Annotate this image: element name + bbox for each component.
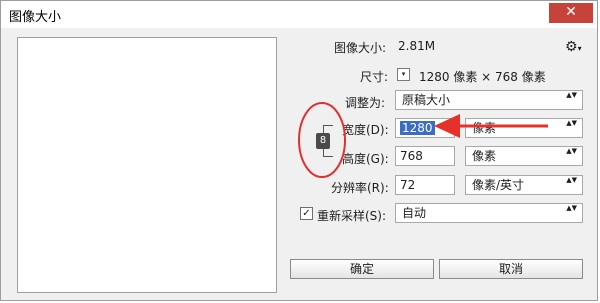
resample-checkbox[interactable]: ✓ [300, 207, 313, 220]
width-label: 宽度(D): [342, 123, 389, 137]
height-value: 768 [400, 149, 423, 163]
chain-link-icon: 8 [319, 135, 327, 146]
image-size-dialog: 图像大小 ✕ 图像大小: 2.81M ⚙▾ 尺寸: ▾ 1280 像素 × 76… [0, 0, 598, 301]
resolution-unit-select[interactable]: 像素/英寸 ▲▼ [465, 175, 583, 195]
dimensions-value: 1280 像素 × 768 像素 [419, 70, 546, 84]
resample-label: 重新采样(S): [317, 209, 387, 223]
resample-method-value: 自动 [402, 206, 427, 220]
fit-to-value: 原稿大小 [402, 93, 451, 107]
settings-gear-button[interactable]: ⚙▾ [565, 39, 582, 55]
height-unit-value: 像素 [472, 149, 497, 163]
title-bar[interactable]: 图像大小 ✕ [1, 1, 597, 28]
width-value: 1280 [400, 121, 435, 135]
chevron-down-icon: ▾ [577, 44, 582, 53]
select-arrows-icon: ▲▼ [566, 176, 577, 184]
width-unit-value: 像素 [472, 121, 497, 135]
select-arrows-icon: ▲▼ [566, 119, 577, 127]
dialog-title: 图像大小 [9, 10, 62, 25]
gear-icon: ⚙ [565, 39, 578, 55]
ok-button[interactable]: 确定 [290, 259, 434, 279]
close-button[interactable]: ✕ [549, 3, 593, 23]
dimensions-label: 尺寸: [360, 70, 389, 84]
dimensions-unit-dropdown[interactable]: ▾ [397, 68, 410, 81]
height-label: 高度(G): [342, 152, 389, 166]
cancel-button[interactable]: 取消 [439, 259, 583, 279]
resolution-input[interactable]: 72 [395, 175, 455, 195]
select-arrows-icon: ▲▼ [566, 147, 577, 155]
width-input[interactable]: 1280 [395, 118, 455, 138]
select-arrows-icon: ▲▼ [566, 204, 577, 212]
image-size-value: 2.81M [398, 39, 436, 53]
image-preview [17, 37, 277, 293]
resolution-unit-value: 像素/英寸 [472, 178, 525, 192]
fit-to-select[interactable]: 原稿大小 ▲▼ [395, 90, 583, 110]
select-arrows-icon: ▲▼ [566, 91, 577, 99]
height-input[interactable]: 768 [395, 146, 455, 166]
checkmark-icon: ✓ [302, 208, 311, 219]
resolution-label: 分辨率(R): [331, 181, 389, 195]
constrain-proportions-link-icon[interactable]: 8 [316, 133, 330, 149]
close-icon: ✕ [565, 4, 577, 20]
width-unit-select[interactable]: 像素 ▲▼ [465, 118, 583, 138]
resolution-value: 72 [400, 178, 416, 192]
image-size-label: 图像大小: [334, 41, 387, 55]
height-unit-select[interactable]: 像素 ▲▼ [465, 146, 583, 166]
resample-method-select[interactable]: 自动 ▲▼ [395, 203, 583, 223]
chevron-down-icon: ▾ [401, 70, 406, 78]
fit-to-label: 调整为: [345, 96, 386, 110]
